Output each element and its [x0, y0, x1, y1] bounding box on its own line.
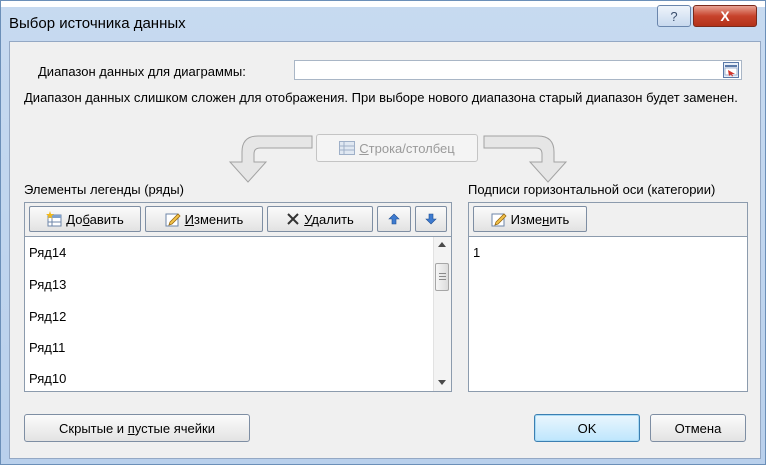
list-item[interactable]: Ряд12	[29, 307, 66, 327]
edit-icon	[165, 213, 181, 227]
dialog-body: Диапазон данных для диаграммы: Диапазон …	[9, 41, 761, 459]
add-table-icon	[46, 211, 62, 227]
list-item[interactable]: Ряд11	[29, 338, 65, 358]
hidden-label-u: п	[127, 420, 135, 436]
list-item[interactable]: 1	[473, 243, 480, 263]
close-button[interactable]: X	[693, 5, 757, 27]
help-icon: ?	[670, 8, 678, 24]
list-item[interactable]: Ряд10	[29, 369, 66, 389]
delete-series-button[interactable]: Удалить	[267, 206, 373, 232]
edit-series-button[interactable]: Изменить	[145, 206, 263, 232]
arrow-down-icon	[425, 213, 437, 225]
legend-series-list[interactable]: Ряд14 Ряд13 Ряд12 Ряд11 Ряд10	[24, 236, 452, 392]
axis-labels-list[interactable]: 1	[468, 236, 748, 392]
add-label-pre: До	[66, 211, 83, 227]
arrow-right-down-icon	[483, 135, 568, 183]
dialog-title: Выбор источника данных	[9, 15, 186, 32]
delete-x-icon	[287, 213, 299, 225]
axis-group-title: Подписи горизонтальной оси (категории)	[468, 182, 716, 197]
edit-icon	[491, 213, 507, 227]
edit-label-post: зменить	[194, 211, 244, 227]
hidden-label-pre: Скрытые и	[59, 420, 128, 436]
arrow-up-icon	[388, 213, 400, 225]
hidden-label-post: устые ячейки	[134, 420, 215, 436]
list-item[interactable]: Ряд14	[29, 243, 66, 263]
switch-row-column-button[interactable]: Строка/столбец	[316, 134, 478, 162]
switch-row-column-icon	[339, 141, 356, 155]
scroll-up-icon[interactable]	[438, 242, 446, 247]
ok-button[interactable]: OK	[534, 414, 640, 442]
legend-scrollbar[interactable]	[433, 237, 451, 391]
switch-label: трока/столбец	[368, 140, 455, 156]
list-item[interactable]: Ряд13	[29, 275, 66, 295]
hidden-empty-cells-button[interactable]: Скрытые и пустые ячейки	[24, 414, 250, 442]
delete-label-post: далить	[311, 211, 354, 227]
add-label-post: авить	[89, 211, 124, 227]
axis-edit-label-post: ить	[549, 211, 570, 227]
add-series-button[interactable]: Добавить	[29, 206, 141, 232]
axis-edit-label-pre: Изме	[510, 211, 543, 227]
range-label: Диапазон данных для диаграммы:	[38, 64, 246, 79]
add-label-u: б	[82, 211, 90, 227]
edit-label-u: И	[184, 211, 195, 227]
edit-axis-labels-button[interactable]: Изменить	[473, 206, 587, 232]
close-icon: X	[720, 8, 730, 24]
switch-label-underlined: С	[359, 140, 369, 156]
range-picker-icon[interactable]	[723, 62, 739, 78]
cancel-button[interactable]: Отмена	[650, 414, 746, 442]
help-button[interactable]: ?	[657, 5, 691, 27]
scroll-down-icon[interactable]	[438, 380, 446, 385]
info-text: Диапазон данных слишком сложен для отобр…	[24, 90, 738, 105]
arrow-left-down-icon	[228, 135, 313, 183]
top-strip	[1, 1, 765, 7]
legend-group-title: Элементы легенды (ряды)	[24, 182, 184, 197]
axis-toolbar: Изменить	[468, 202, 748, 236]
legend-toolbar: Добавить Изменить Удалить	[24, 202, 452, 236]
move-down-button[interactable]	[415, 206, 447, 232]
move-up-button[interactable]	[377, 206, 411, 232]
dialog-window: Выбор источника данных ? X Диапазон данн…	[0, 0, 766, 465]
scroll-thumb[interactable]	[435, 263, 449, 291]
range-input[interactable]	[294, 60, 742, 80]
